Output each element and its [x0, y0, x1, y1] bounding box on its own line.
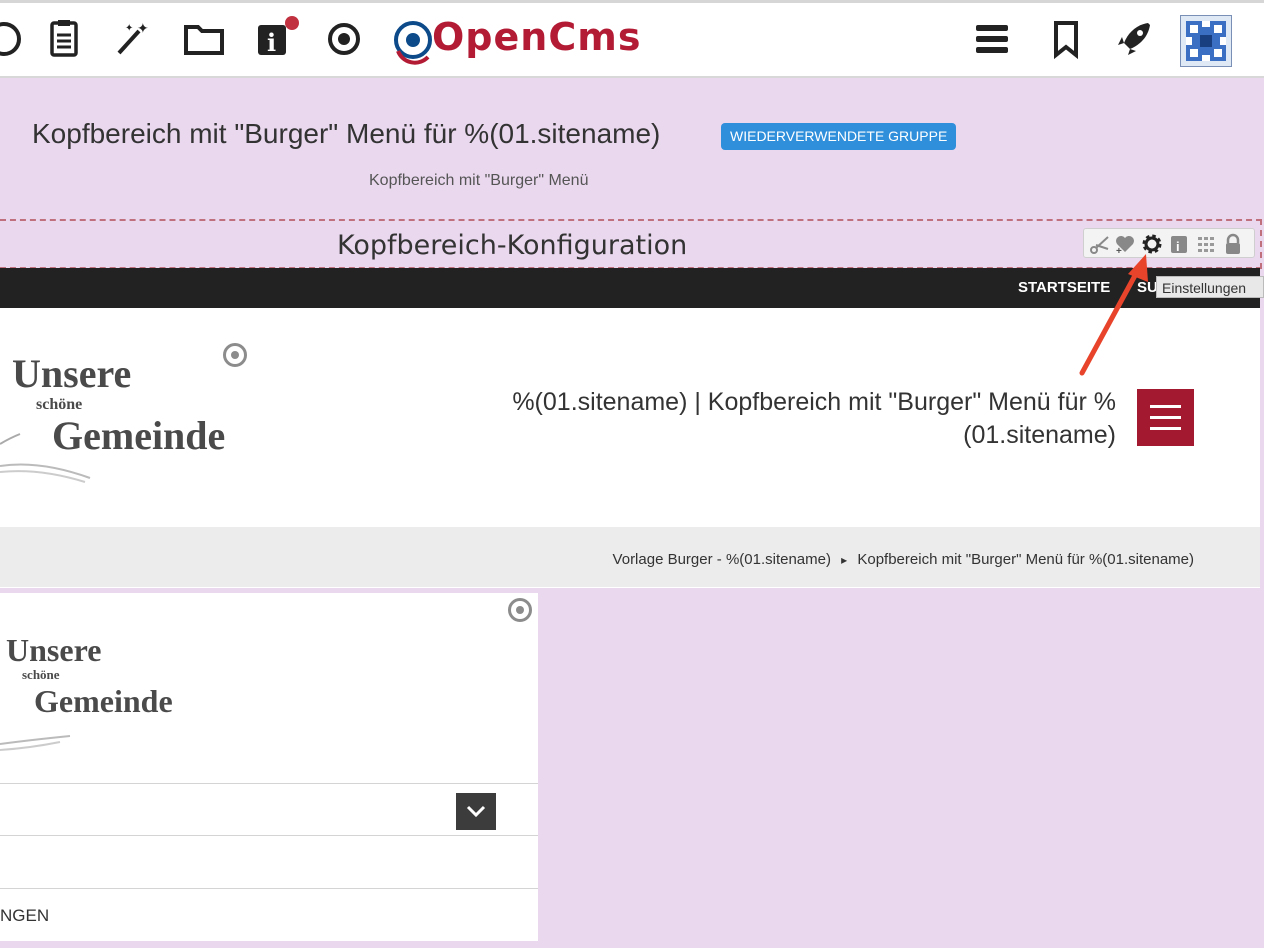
lock-icon[interactable] — [1221, 232, 1245, 256]
info-icon[interactable]: i — [248, 13, 300, 65]
circle-icon[interactable] — [0, 13, 30, 65]
breadcrumb: Vorlage Burger - %(01.sitename) ▸ Kopfbe… — [613, 551, 1194, 568]
element-info-icon[interactable]: i — [1167, 232, 1191, 256]
grid-icon[interactable] — [1194, 232, 1218, 256]
settings-tooltip: Einstellungen — [1156, 276, 1264, 298]
breadcrumb-separator-icon: ▸ — [841, 553, 848, 567]
target-icon[interactable] — [318, 13, 370, 65]
group-subtitle: Kopfbereich mit "Burger" Menü — [369, 172, 589, 189]
svg-text:i: i — [1176, 239, 1180, 254]
element-label: Kopfbereich-Konfiguration — [337, 230, 688, 261]
folder-icon[interactable] — [178, 13, 230, 65]
reused-group-badge: WIEDERVERWENDETE GRUPPE — [721, 123, 957, 150]
site-title: %(01.sitename) | Kopfbereich mit "Burger… — [512, 388, 1116, 449]
breadcrumb-item-2[interactable]: Kopfbereich mit "Burger" Menü für %(01.s… — [857, 551, 1194, 568]
element-target-icon[interactable] — [223, 343, 247, 367]
chevron-down-icon — [466, 805, 486, 818]
avatar[interactable] — [1180, 15, 1232, 67]
opencms-logo-text: OpenCms — [432, 15, 642, 59]
clipboard-icon[interactable] — [38, 13, 90, 65]
hamburger-icon[interactable] — [966, 13, 1018, 65]
svg-text:✦: ✦ — [137, 20, 149, 36]
magic-wand-icon[interactable]: ✦ ✦ — [105, 13, 157, 65]
dropdown-toggle-button[interactable] — [456, 793, 496, 830]
logo-small-swoosh — [0, 735, 71, 751]
logo-swoosh — [0, 433, 91, 483]
burger-line — [1150, 405, 1181, 408]
group-title: Kopfbereich mit "Burger" Menü für %(01.s… — [32, 118, 661, 149]
burger-line — [1150, 416, 1181, 419]
svg-text:✦: ✦ — [125, 23, 133, 34]
divider — [0, 835, 538, 836]
rocket-icon[interactable] — [1108, 13, 1160, 65]
divider — [0, 888, 538, 889]
burger-line — [1150, 427, 1181, 430]
logo-small-line-3: Gemeinde — [34, 683, 173, 719]
menu-item-partial[interactable]: NGEN — [0, 906, 49, 926]
logo-line-1: Unsere — [12, 351, 132, 396]
breadcrumb-item-1[interactable]: Vorlage Burger - %(01.sitename) — [613, 551, 831, 568]
logo-small-line-1: Unsere — [6, 632, 102, 668]
burger-menu-button[interactable] — [1137, 389, 1194, 446]
svg-text:i: i — [267, 28, 276, 57]
annotation-arrow — [1079, 254, 1148, 376]
logo-small-line-2: schöne — [22, 667, 60, 682]
opencms-toolbar: ✦ ✦ i OpenCms — [0, 0, 1264, 78]
divider — [0, 783, 538, 784]
element-target-icon-2[interactable] — [508, 598, 532, 622]
bookmark-icon[interactable] — [1040, 13, 1092, 65]
